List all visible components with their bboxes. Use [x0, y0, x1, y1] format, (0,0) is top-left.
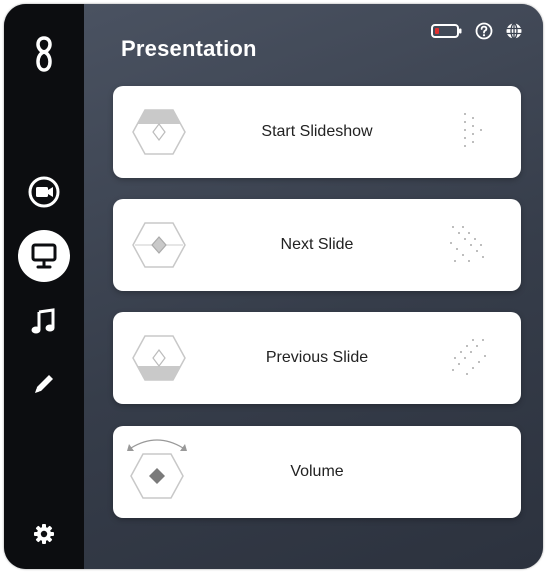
music-icon	[31, 308, 55, 334]
app-window: Presentation Start Slideshow Next Slide …	[4, 4, 543, 569]
battery-icon	[431, 24, 462, 38]
hexagon-button-top-icon	[132, 109, 186, 155]
main-panel: Presentation Start Slideshow Next Slide …	[84, 4, 543, 569]
dots-diagonal-down-icon	[450, 226, 484, 262]
hexagon-button-bottom-icon	[132, 335, 186, 381]
card-start-slideshow[interactable]: Start Slideshow	[113, 86, 521, 178]
hexagon-rotate-icon	[127, 439, 187, 499]
header-icons	[431, 22, 523, 40]
pen-icon	[35, 375, 53, 393]
card-next-slide[interactable]: Next Slide	[113, 199, 521, 291]
sidebar-item-draw[interactable]	[16, 356, 72, 412]
card-previous-slide[interactable]: Previous Slide	[113, 312, 521, 404]
presentation-icon	[31, 243, 57, 269]
video-icon	[28, 176, 60, 208]
logo-icon	[36, 36, 52, 72]
sidebar-item-video[interactable]	[16, 164, 72, 220]
dots-diagonal-up-icon	[452, 339, 486, 375]
card-label: Next Slide	[280, 236, 354, 253]
globe-icon[interactable]	[505, 22, 523, 40]
sidebar-item-music[interactable]	[16, 294, 72, 350]
sidebar	[4, 4, 84, 569]
hexagon-button-center-icon	[132, 222, 186, 268]
settings-icon	[34, 524, 54, 544]
dots-vertical-icon	[464, 113, 482, 147]
card-label: Start Slideshow	[261, 123, 373, 140]
card-label: Previous Slide	[265, 349, 369, 366]
sidebar-item-presentation[interactable]	[16, 228, 72, 284]
sidebar-item-settings[interactable]	[16, 506, 72, 562]
card-label: Volume	[290, 463, 344, 480]
card-volume[interactable]: Volume	[113, 426, 521, 518]
page-title: Presentation	[121, 36, 257, 61]
help-icon[interactable]	[475, 22, 493, 40]
